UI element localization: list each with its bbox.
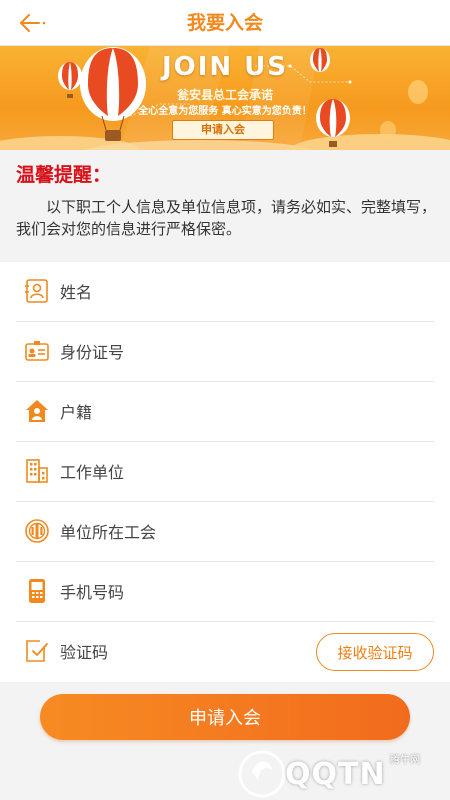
verify-code-icon: [26, 640, 48, 662]
banner-apply-button[interactable]: 申请入会: [172, 120, 274, 140]
banner-subtitle: 瓮安县总工会承诺: [176, 88, 273, 102]
union-row: [16, 502, 434, 562]
id-card-icon: [25, 341, 49, 361]
workplace-row: [16, 442, 434, 502]
building-icon: [26, 459, 48, 483]
phone-row: [16, 562, 434, 622]
union-emblem-icon: [25, 519, 49, 543]
banner-headline: JOIN US: [161, 52, 289, 82]
workplace-input[interactable]: [60, 452, 310, 492]
join-banner: JOIN US 瓮安县总工会承诺 全心全意为您服务 真心实意为您负责！ 申请入会: [0, 46, 450, 150]
submit-apply-button[interactable]: 申请入会: [40, 694, 410, 740]
house-icon: [26, 400, 48, 422]
banner-slogan: 全心全意为您服务 真心实意为您负责！: [138, 106, 312, 117]
phone-input[interactable]: [60, 572, 310, 612]
name-row: [16, 262, 434, 322]
id-badge-icon: [25, 279, 48, 303]
receive-code-button[interactable]: 接收验证码: [316, 633, 434, 671]
watermark-small-text: 腾牛网: [390, 755, 420, 766]
verify-code-input[interactable]: [60, 632, 260, 672]
id-number-row: [16, 322, 434, 382]
top-bar: 我要入会: [0, 0, 450, 46]
notice-title: 温馨提醒：: [16, 164, 112, 186]
notice-text: 以下职工个人信息及单位信息项，请务必如实、完整填写，我们会对您的信息进行严格保密…: [16, 198, 437, 238]
phone-icon: [29, 579, 45, 603]
membership-form: 接收验证码: [0, 262, 450, 682]
notice-section: 温馨提醒： 以下职工个人信息及单位信息项，请务必如实、完整填写，我们会对您的信息…: [0, 150, 450, 260]
page-title: 我要入会: [186, 12, 263, 34]
name-input[interactable]: [60, 272, 310, 312]
union-input[interactable]: [60, 512, 310, 552]
watermark-text: QQTN: [285, 757, 386, 792]
verify-code-row: 接收验证码: [16, 622, 434, 682]
household-row: [16, 382, 434, 442]
id-number-input[interactable]: [60, 332, 310, 372]
household-input[interactable]: [60, 392, 310, 432]
